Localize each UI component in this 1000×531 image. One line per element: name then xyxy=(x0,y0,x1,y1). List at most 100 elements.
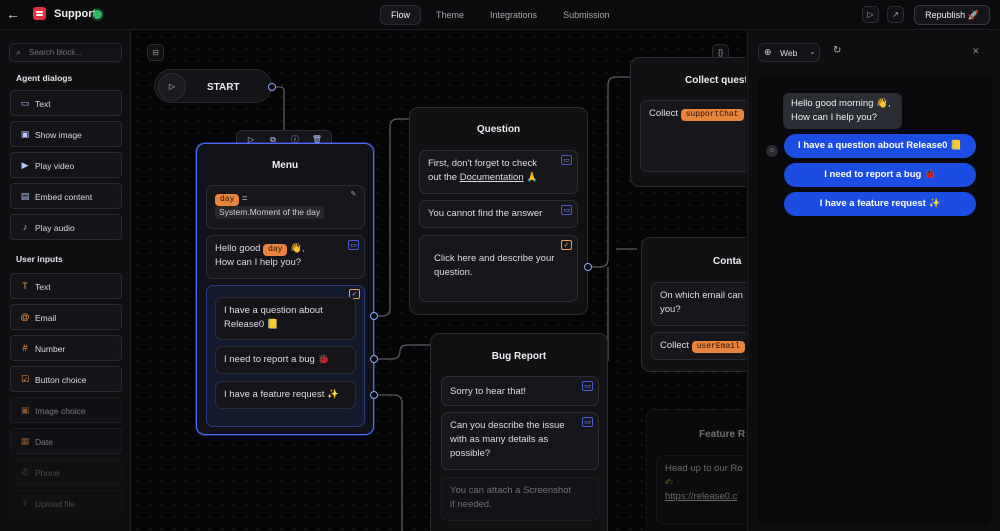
set-variable-card[interactable]: ✎ day = System.Moment of the day xyxy=(206,185,365,229)
block-embed-content[interactable]: ▤ Embed content xyxy=(10,183,122,209)
block-phone-input[interactable]: ✆ Phone xyxy=(10,459,122,485)
preview-panel: ⊕ Web ⌄ ↻ ✕ ☺ Hello good morning 👋, How … xyxy=(747,31,1000,531)
edge-to-contact xyxy=(607,248,637,361)
question-output-port[interactable] xyxy=(584,263,592,271)
upload-icon: ⇪ xyxy=(21,498,29,508)
tab-integrations[interactable]: Integrations xyxy=(479,5,548,25)
image-icon: ▣ xyxy=(20,129,30,139)
pencil-icon: ✎ xyxy=(350,191,357,198)
buttons-input-card[interactable]: ✓ I have a question about Release0 📒 I n… xyxy=(206,285,365,427)
edge-menu-to-question xyxy=(373,118,409,317)
tab-submission[interactable]: Submission xyxy=(552,5,621,25)
group-title: Menu xyxy=(271,160,299,171)
block-play-audio[interactable]: ♪ Play audio xyxy=(10,214,122,240)
hash-icon: # xyxy=(22,343,28,353)
bot-message-bubble: Hello good morning 👋, How can I help you… xyxy=(783,93,902,129)
block-number-input[interactable]: # Number xyxy=(10,335,122,361)
start-output-port[interactable] xyxy=(268,83,276,91)
republish-button[interactable]: Republish 🚀 xyxy=(914,5,990,25)
calendar-icon: ▦ xyxy=(20,436,30,446)
message-icon: ▭ xyxy=(20,98,30,108)
embed-icon: ▤ xyxy=(20,191,30,201)
at-icon: @ xyxy=(20,312,30,322)
block-show-image[interactable]: ▣ Show image xyxy=(10,121,122,147)
bot-title[interactable]: Support xyxy=(54,8,96,20)
checkbox-icon: ☑ xyxy=(20,374,30,384)
choice-output-port[interactable] xyxy=(370,312,378,320)
choice-output-port[interactable] xyxy=(370,355,378,363)
bot-avatar-icon: ☺ xyxy=(766,145,778,157)
search-icon: ⌕ xyxy=(16,47,22,57)
text-bubble-card[interactable]: ▭ Hello good day 👋, How can I help you? xyxy=(206,235,365,279)
checkbox-icon: ✓ xyxy=(561,240,572,250)
group-title: Bug Report xyxy=(491,351,547,362)
block-date-input[interactable]: ▦ Date xyxy=(10,428,122,454)
status-dot xyxy=(93,10,102,19)
edge-question-to-collect xyxy=(588,76,630,268)
section-agent-dialogs: Agent dialogs xyxy=(16,73,73,83)
image-choice-icon: ▣ xyxy=(20,405,30,415)
group-contact[interactable]: Conta On which email can you? Collect us… xyxy=(641,237,746,372)
group-feature-request[interactable]: Feature R Head up to our Ro ✍ https://re… xyxy=(646,409,746,531)
text-bubble-card[interactable]: ▭ Can you describe the issue with as man… xyxy=(441,412,599,470)
block-email-input[interactable]: @ Email xyxy=(10,304,122,330)
block-text-bubble[interactable]: ▭ Text xyxy=(10,90,122,116)
set-variable-card[interactable]: Collect supportChat xyxy=(640,100,746,172)
search-input[interactable]: ⌕ Search block... xyxy=(9,43,122,62)
text-bubble-card[interactable]: You can attach a Screenshot if needed. xyxy=(441,477,599,521)
text-bubble-card[interactable]: ▭ First, don't forget to check out the D… xyxy=(419,150,578,194)
group-title: Question xyxy=(476,124,521,135)
text-input-card[interactable]: ✓ Click here and describe your question. xyxy=(419,235,578,302)
choice-item[interactable]: I need to report a bug 🐞 xyxy=(215,346,356,374)
audio-icon: ♪ xyxy=(22,222,28,232)
message-icon: ▭ xyxy=(561,205,572,215)
text-bubble-card[interactable]: On which email can you? xyxy=(651,282,746,326)
chat-preview: ☺ Hello good morning 👋, How can I help y… xyxy=(758,76,991,526)
block-play-video[interactable]: ▶ Play video xyxy=(10,152,122,178)
block-upload-file[interactable]: ⇪ Upload file xyxy=(10,490,122,516)
choice-button[interactable]: I need to report a bug 🐞 xyxy=(784,163,976,187)
close-icon[interactable]: ✕ xyxy=(972,46,980,57)
edge-menu-to-feature xyxy=(373,394,403,531)
flow-canvas[interactable]: ⊟ {} ▷ START ▷ ⧉ ⓘ 🗑 Menu ✎ day = System… xyxy=(132,31,746,531)
choice-output-port[interactable] xyxy=(370,391,378,399)
group-title: Conta xyxy=(713,256,742,267)
group-bug-report[interactable]: Bug Report ▭ Sorry to hear that! ▭ Can y… xyxy=(430,333,608,531)
logo-icon xyxy=(33,7,46,20)
external-link-icon[interactable]: ↗ xyxy=(887,6,904,23)
group-menu[interactable]: Menu ✎ day = System.Moment of the day ▭ … xyxy=(196,143,374,435)
message-icon: ▭ xyxy=(348,240,359,250)
choice-button[interactable]: I have a feature request ✨ xyxy=(784,192,976,216)
start-node[interactable]: ▷ START xyxy=(154,69,272,103)
choice-button[interactable]: I have a question about Release0 📒 xyxy=(784,134,976,158)
group-title: Feature R xyxy=(699,429,746,440)
search-placeholder: Search block... xyxy=(29,48,82,57)
phone-icon: ✆ xyxy=(21,467,29,477)
arrow-left-icon[interactable]: ← xyxy=(6,7,20,21)
tab-flow[interactable]: Flow xyxy=(380,5,422,25)
message-icon: ▭ xyxy=(561,155,572,165)
platform-select[interactable]: ⊕ Web ⌄ xyxy=(758,43,820,62)
text-bubble-card[interactable]: Head up to our Ro ✍ https://release0.c xyxy=(656,455,746,525)
text-bubble-card[interactable]: ▭ You cannot find the answer xyxy=(419,200,578,228)
message-icon: ▭ xyxy=(582,381,593,391)
play-icon[interactable]: ▷ xyxy=(862,6,879,23)
block-sidebar: ⌕ Search block... Agent dialogs ▭ Text ▣ S… xyxy=(0,31,131,531)
tab-theme[interactable]: Theme xyxy=(425,5,475,25)
choice-item[interactable]: I have a question about Release0 📒 xyxy=(215,297,356,340)
choice-item[interactable]: I have a feature request ✨ xyxy=(215,381,356,409)
text-bubble-card[interactable]: ▭ Sorry to hear that! xyxy=(441,376,599,406)
block-button-choice[interactable]: ☑ Button choice xyxy=(10,366,122,392)
email-input-card[interactable]: Collect userEmail xyxy=(651,332,746,360)
documentation-link[interactable]: Documentation xyxy=(460,172,524,183)
section-user-inputs: User inputs xyxy=(16,254,63,264)
top-bar: ← Support Flow Theme Integrations Submis… xyxy=(0,0,1000,30)
video-icon: ▶ xyxy=(21,160,29,170)
refresh-icon[interactable]: ↻ xyxy=(833,45,841,56)
globe-icon: ⊕ xyxy=(764,47,772,57)
play-icon[interactable]: ▷ xyxy=(158,73,186,101)
block-image-choice[interactable]: ▣ Image choice xyxy=(10,397,122,423)
block-text-input[interactable]: T Text xyxy=(10,273,122,299)
group-collect-question[interactable]: Collect quest Collect supportChat xyxy=(630,57,746,187)
group-question[interactable]: Question ▭ First, don't forget to check … xyxy=(409,107,588,315)
